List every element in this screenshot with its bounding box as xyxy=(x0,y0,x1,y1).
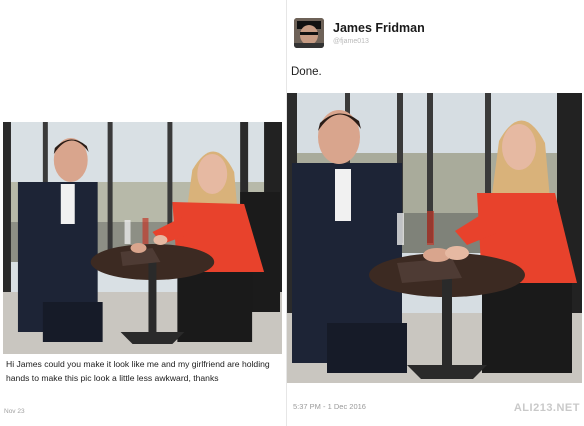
avatar-image xyxy=(294,18,324,48)
left-tweet-panel: Hi James could you make it look like me … xyxy=(0,0,286,426)
left-timestamp: Nov 23 xyxy=(4,408,25,415)
author-name[interactable]: James Fridman xyxy=(333,21,425,35)
tweet-text: Done. xyxy=(291,66,322,78)
request-caption: Hi James could you make it look like me … xyxy=(6,359,270,383)
tweet-timestamp[interactable]: 5:37 PM - 1 Dec 2016 xyxy=(293,402,366,411)
site-watermark: ALI213.NET xyxy=(513,402,580,414)
author-avatar[interactable] xyxy=(294,18,324,48)
right-tweet-panel: James Fridman @fjame013 Done. 5:37 PM - … xyxy=(287,0,584,426)
edited-photo[interactable] xyxy=(287,93,582,383)
author-handle[interactable]: @fjame013 xyxy=(333,38,369,45)
original-photo[interactable] xyxy=(3,122,282,354)
edited-photo-image xyxy=(287,93,582,383)
original-photo-image xyxy=(3,122,282,354)
